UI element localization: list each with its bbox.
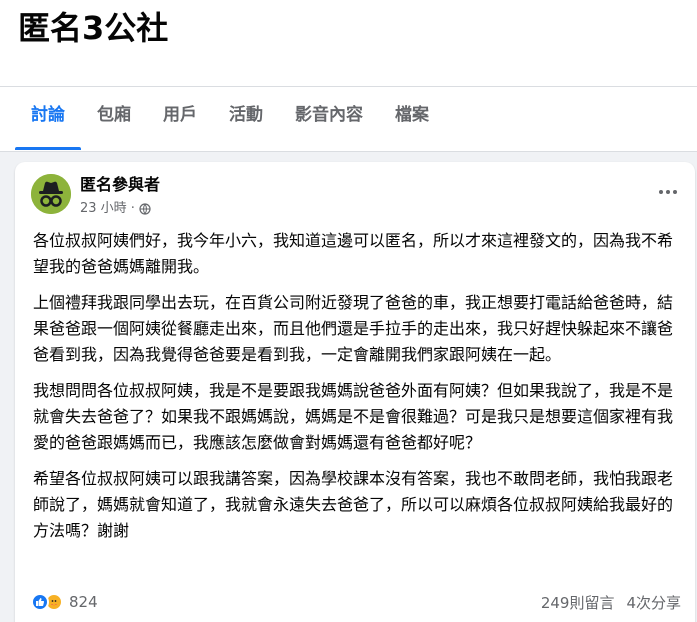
post-author[interactable]: 匿名參與者 xyxy=(80,173,160,197)
comment-count[interactable]: 249則留言 xyxy=(541,592,615,613)
tab-label: 活動 xyxy=(229,105,263,125)
post-footer: 824 249則留言 4次分享 xyxy=(31,590,681,614)
reactions-summary[interactable]: 824 xyxy=(31,593,98,611)
tab-events[interactable]: 活動 xyxy=(213,92,279,150)
group-header: 匿名3公社 討論 包廂 用戶 活動 影音內容 檔案 xyxy=(0,0,697,152)
thumbs-up-icon xyxy=(36,598,45,606)
more-options-icon xyxy=(659,190,677,194)
tab-label: 包廂 xyxy=(97,105,131,125)
post-stats: 249則留言 4次分享 xyxy=(541,592,681,613)
tab-label: 用戶 xyxy=(163,105,197,125)
post-paragraph: 我想問問各位叔叔阿姨，我是不是要跟我媽媽說爸爸外面有阿姨？但如果我說了，我是不是… xyxy=(33,381,674,452)
share-count[interactable]: 4次分享 xyxy=(626,592,681,613)
group-tabs: 討論 包廂 用戶 活動 影音內容 檔案 xyxy=(15,92,445,150)
post-paragraph: 各位叔叔阿姨們好，我今年小六，我知道這邊可以匿名，所以才來這裡發文的，因為我不希… xyxy=(33,231,674,276)
tab-label: 討論 xyxy=(31,105,65,125)
tab-rooms[interactable]: 包廂 xyxy=(81,92,147,150)
tab-members[interactable]: 用戶 xyxy=(147,92,213,150)
reaction-count: 824 xyxy=(69,593,98,611)
anonymous-avatar[interactable] xyxy=(31,174,71,214)
care-face-icon xyxy=(51,600,57,606)
tab-discussion[interactable]: 討論 xyxy=(15,92,81,150)
post-content: 各位叔叔阿姨們好，我今年小六，我知道這邊可以匿名，所以才來這裡發文的，因為我不希… xyxy=(33,228,673,554)
more-options-button[interactable] xyxy=(653,178,683,206)
post-card: 匿名參與者 23 小時 · 各位叔叔阿姨們好，我今年小六，我知道這邊可以匿名，所… xyxy=(15,162,695,622)
incognito-icon xyxy=(31,174,71,214)
tab-files[interactable]: 檔案 xyxy=(379,92,445,150)
post-paragraph: 上個禮拜我跟同學出去玩，在百貨公司附近發現了爸爸的車，我正想要打電話給爸爸時，結… xyxy=(33,293,674,364)
tab-label: 影音內容 xyxy=(295,105,363,125)
group-title: 匿名3公社 xyxy=(18,9,169,47)
globe-icon xyxy=(139,203,151,215)
post-time[interactable]: 23 小時 xyxy=(80,200,127,218)
post-meta: 23 小時 · xyxy=(80,200,151,218)
tab-label: 檔案 xyxy=(395,105,429,125)
like-icon xyxy=(31,593,49,611)
post-paragraph: 希望各位叔叔阿姨可以跟我講答案，因為學校課本沒有答案，我也不敢問老師，我怕我跟老… xyxy=(33,469,674,540)
meta-separator: · xyxy=(130,201,135,216)
header-divider xyxy=(0,86,697,87)
tab-media[interactable]: 影音內容 xyxy=(279,92,379,150)
